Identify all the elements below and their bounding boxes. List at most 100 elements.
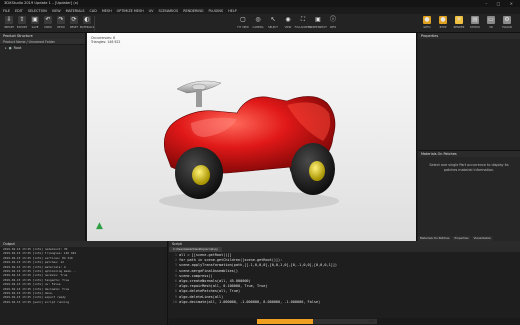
ribbon-label: EXPORT <box>16 26 28 29</box>
menu-uv[interactable]: UV <box>149 9 154 13</box>
ribbon-label: RTOP <box>439 26 447 29</box>
line-number: 10 <box>172 299 177 304</box>
ribbon-toolbar: ⇩ IMPORT ⇧ EXPORT ▣ SAVE ↶ UNDO ↷ REDO ⟳ RESET ◐ MATE… <box>0 14 520 33</box>
ribbon-label: UNDO <box>44 26 52 29</box>
output-lines: 2019-02-15 13:25 [info] nodeCount: 30 201… <box>0 247 167 304</box>
ribbon-label: RENDER <box>453 26 465 29</box>
ribbon-label: FIT VIEW <box>237 26 249 29</box>
vr-button[interactable]: ▭ VR <box>484 15 498 32</box>
ribbon-label: REDO <box>57 26 65 29</box>
code-line[interactable]: 10 algo.decimate(all, 1.000000, -1.000000… <box>169 300 520 305</box>
menu-plugins[interactable]: PLUGINS <box>209 9 224 13</box>
tree-item-root[interactable]: ▸ ● Root <box>0 45 85 51</box>
gpto-icon: ● <box>423 16 431 24</box>
menu-edit[interactable]: EDIT <box>15 9 23 13</box>
menu-cad[interactable]: CAD <box>90 9 97 13</box>
ribbon-label: CAMERA <box>252 26 264 29</box>
window-controls[interactable]: – □ × <box>485 1 517 6</box>
toy-car-model[interactable] <box>87 33 417 241</box>
script-file-tab[interactable]: C:\Users\lazar\Desktop\script.py <box>169 247 222 252</box>
render-button[interactable]: ☀ RENDER <box>452 15 466 32</box>
save-icon: ▣ <box>31 16 39 24</box>
screenshot-button[interactable]: ▣ SCREENSHOT <box>309 15 327 32</box>
menu-materials[interactable]: MATERIALS <box>66 9 85 13</box>
plugin-button[interactable]: ⚙ PLUGIN <box>500 15 514 32</box>
properties-panel: Properties Materials On Patches Select o… <box>418 33 520 241</box>
output-console: Output 2019-02-15 13:25 [info] nodeCount… <box>0 241 168 325</box>
view-button[interactable]: ◉ VIEW <box>281 15 295 32</box>
ribbon-label: SELECT <box>268 26 278 29</box>
ribbon-label: MATERIALS <box>79 26 95 29</box>
menu-rendering[interactable]: RENDERING <box>183 9 203 13</box>
rtop-button[interactable]: ● RTOP <box>436 15 450 32</box>
menu-mesh[interactable]: MESH <box>102 9 112 13</box>
menu-selection[interactable]: SELECTION <box>28 9 47 13</box>
script-code[interactable]: 1 all = [[scene.getRoot()]] 2 for path in s… <box>169 252 520 305</box>
ribbon-label: SCREENSHOT <box>309 26 327 29</box>
materials-button[interactable]: ◐ MATERIALS <box>80 15 94 32</box>
output-line: 2019-02-15 13:25 [warn] script running <box>3 299 70 304</box>
node-icon: ● <box>8 46 12 50</box>
menu-bar: FILE EDIT SELECTION VIEW MATERIALS CAD M… <box>0 7 520 14</box>
redo-button[interactable]: ↷ REDO <box>54 15 68 32</box>
fullscreen-icon: ⛶ <box>300 16 306 23</box>
menu-optimize-mesh[interactable]: OPTIMIZE MESH <box>117 9 144 13</box>
menu-view[interactable]: VIEW <box>52 9 61 13</box>
fullscreen-button[interactable]: ⛶ FULLSCREEN <box>295 15 312 32</box>
ribbon-label: RESET <box>69 26 79 29</box>
screenshot-icon: ▣ <box>315 16 321 23</box>
ribbon-label: SAVE <box>31 26 39 29</box>
menu-help[interactable]: HELP <box>228 9 237 13</box>
ribbon-label: STUDIO <box>470 26 480 29</box>
selection-hint: Select one single Part occurrence to dis… <box>429 163 509 172</box>
script-editor: Script C:\Users\lazar\Desktop\script.py … <box>169 241 520 325</box>
menu-file[interactable]: FILE <box>3 9 10 13</box>
progress-label: 47% <box>368 319 375 323</box>
progress-fill <box>257 319 314 324</box>
camera-icon: ◎ <box>255 16 261 23</box>
undo-icon: ↶ <box>44 16 52 24</box>
menu-scenarios[interactable]: SCENARIOS <box>158 9 178 13</box>
properties-content <box>418 39 520 151</box>
steering-column <box>196 89 202 107</box>
axis-gizmo-icon: ▲ <box>96 221 103 231</box>
progress-bar: 47% <box>257 319 377 324</box>
export-button[interactable]: ⇧ EXPORT <box>15 15 29 32</box>
camera-button[interactable]: ◎ CAMERA <box>251 15 265 32</box>
reset-button[interactable]: ⟳ RESET <box>67 15 81 32</box>
chevron-right-icon[interactable]: ▸ <box>5 45 7 51</box>
title-bar: 3DXStudio 2019 Update 1 – [Updater] (x) … <box>0 0 520 7</box>
select-button[interactable]: ↖ SELECT <box>266 15 280 32</box>
3d-viewport[interactable]: Occurrences: 8 Triangles: 146 922 ▲ <box>87 33 417 241</box>
ribbon-label: INFO <box>329 26 337 29</box>
ribbon-label: IMPORT <box>4 26 14 29</box>
vr-icon: ▭ <box>487 16 495 24</box>
view-icon: ◉ <box>285 16 291 23</box>
ribbon-label: PLUGIN <box>502 26 512 29</box>
rtop-icon: ● <box>439 16 447 24</box>
undo-button[interactable]: ↶ UNDO <box>41 15 55 32</box>
save-button[interactable]: ▣ SAVE <box>28 15 42 32</box>
fit-view-button[interactable]: ▢ FIT VIEW <box>236 15 250 32</box>
product-structure-panel: Product Structure Product Name / Unnamed… <box>0 33 86 241</box>
info-icon: ⓘ <box>329 16 336 23</box>
gpto-button[interactable]: ● GPTO <box>420 15 434 32</box>
select-icon: ↖ <box>270 16 276 23</box>
ribbon-label: GPTO <box>423 26 431 29</box>
import-button[interactable]: ⇩ IMPORT <box>2 15 16 32</box>
export-icon: ⇧ <box>18 16 26 24</box>
studio-button[interactable]: ▤ STUDIO <box>468 15 482 32</box>
reset-icon: ⟳ <box>70 16 78 24</box>
studio-icon: ▤ <box>471 16 479 24</box>
ribbon-label: VIEW <box>284 26 292 29</box>
code-text: algo.decimate(all, 1.000000, -1.000000, … <box>179 299 321 304</box>
fit-view-icon: ▢ <box>240 16 246 23</box>
status-bar: 47% <box>169 318 520 325</box>
ribbon-label: VR <box>489 26 493 29</box>
materials-icon: ◐ <box>83 16 91 24</box>
front-left-hub <box>192 165 210 185</box>
info-button[interactable]: ⓘ INFO <box>326 15 340 32</box>
ribbon-separator <box>94 16 95 31</box>
tree-item-label: Root <box>13 46 22 50</box>
import-icon: ⇩ <box>5 16 13 24</box>
